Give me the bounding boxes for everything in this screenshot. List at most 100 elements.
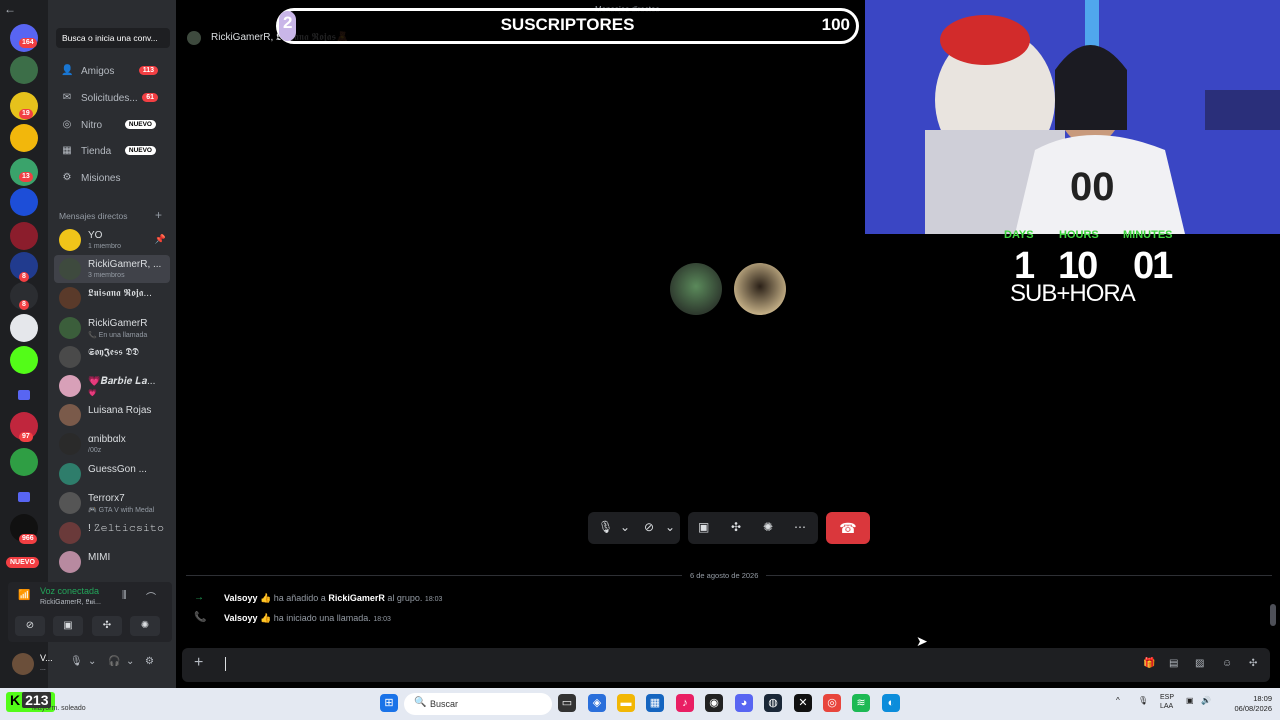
steam-icon[interactable]: ◍ xyxy=(764,694,782,712)
avatar[interactable] xyxy=(12,653,34,675)
activities-icon[interactable]: ✣ xyxy=(731,520,741,534)
server-icon[interactable] xyxy=(10,314,38,342)
dm-item-active[interactable]: RickiGamerR, ... 3 miembros xyxy=(54,255,170,283)
copilot-icon[interactable]: ◈ xyxy=(588,694,606,712)
spotify-icon[interactable]: ≋ xyxy=(852,694,870,712)
more-options-icon[interactable]: ⋯ xyxy=(794,520,806,534)
chevron-down-icon[interactable]: ⌄ xyxy=(126,656,134,667)
soundboard-icon[interactable]: ✺ xyxy=(763,520,773,534)
windows-start-icon[interactable]: ⊞ xyxy=(380,694,398,712)
soundboard-button[interactable]: ✺ xyxy=(130,616,160,636)
message-composer[interactable]: + 🎁 ▤ ▨ ☺ ✣ xyxy=(182,648,1270,682)
nav-shop[interactable]: ▦ Tienda NUEVO xyxy=(56,141,170,163)
edge-icon[interactable]: ◐ xyxy=(882,694,900,712)
server-icon[interactable] xyxy=(10,222,38,250)
dm-item[interactable]: RickiGamerR 📞 En una llamada xyxy=(54,314,170,342)
message-author[interactable]: Valsoyy 👍 xyxy=(224,593,271,603)
signal-icon: 📶 xyxy=(18,590,31,601)
dm-item[interactable]: 💗𝑩𝒂𝒓𝒃𝒊𝒆 𝑳𝒂... 💗 xyxy=(54,372,170,400)
new-dm-plus-icon[interactable]: + xyxy=(155,208,162,222)
screen-share-button[interactable]: ▣ xyxy=(53,616,83,636)
camera-off-icon[interactable]: ⊘ xyxy=(644,520,654,534)
avatar xyxy=(59,551,81,573)
dm-item[interactable]: Luisana Rojas xyxy=(54,401,170,429)
task-view-icon[interactable]: ▭ xyxy=(558,694,576,712)
server-icon[interactable] xyxy=(10,56,38,84)
chevron-down-icon[interactable]: ⌄ xyxy=(88,656,96,667)
obs-icon[interactable]: ◉ xyxy=(705,694,723,712)
camera-off-button[interactable]: ⊘ xyxy=(15,616,45,636)
tray-mic-icon[interactable]: 🎙 xyxy=(1138,696,1148,705)
new-pill[interactable]: NUEVO xyxy=(6,557,39,568)
kick-server-icon[interactable] xyxy=(10,346,38,374)
dm-name: RickiGamerR, ... xyxy=(88,259,162,270)
mic-icon[interactable]: 🎙 xyxy=(598,520,613,534)
dm-item[interactable]: Terrorx7 🎮 GTA V with Medal xyxy=(54,489,170,517)
arrow-right-icon: → xyxy=(194,592,204,603)
dm-item[interactable]: αnibbαlx /00z xyxy=(54,430,170,458)
dm-name: 𝕾𝖔𝖞𝕵𝖊𝖘𝖘 𝕯𝕯 xyxy=(88,347,139,358)
dm-item[interactable]: MIMI xyxy=(54,548,170,576)
weather-text[interactable]: Mayorm. soleado xyxy=(32,705,86,712)
disconnect-icon[interactable]: ⌒ xyxy=(146,589,156,604)
server-icon[interactable] xyxy=(10,188,38,216)
voice-status[interactable]: Voz conectada xyxy=(40,586,99,596)
new-tag: NUEVO xyxy=(124,146,156,155)
volume-icon[interactable]: 🔊 xyxy=(1201,696,1211,705)
dm-item[interactable]: YO 1 miembro 📌 xyxy=(54,226,170,254)
dm-item[interactable]: 𝕾𝖔𝖞𝕵𝖊𝖘𝖘 𝕯𝕯 xyxy=(54,343,170,371)
participant-avatar[interactable] xyxy=(670,263,722,315)
tray-chevron-icon[interactable]: ^ xyxy=(1116,696,1120,705)
nav-friends[interactable]: 👤 Amigos 113 xyxy=(56,61,170,83)
participant-avatar[interactable] xyxy=(734,263,786,315)
headphones-icon[interactable]: 🎧 xyxy=(108,656,120,667)
dm-sub: /00z xyxy=(88,447,102,454)
nav-label: Amigos xyxy=(81,66,115,77)
scrollbar[interactable] xyxy=(1270,604,1276,626)
back-arrow-icon[interactable]: ← xyxy=(4,2,16,16)
folder-icon[interactable] xyxy=(18,390,30,400)
end-call-button[interactable]: ☎ xyxy=(826,512,870,544)
attach-plus-icon[interactable]: + xyxy=(194,654,203,672)
nav-quests[interactable]: ⚙ Misiones xyxy=(56,168,170,190)
settings-gear-icon[interactable]: ⚙ xyxy=(145,656,154,667)
nav-requests[interactable]: ✉ Solicitudes... 61 xyxy=(56,88,170,110)
search-icon: 🔍 xyxy=(414,697,427,708)
taskbar-clock[interactable]: 18:09 06/08/2026 xyxy=(1220,694,1272,714)
chevron-down-icon[interactable]: ⌄ xyxy=(665,520,675,534)
dm-name: 💗𝑩𝒂𝒓𝒃𝒊𝒆 𝑳𝒂... xyxy=(88,376,156,387)
language-indicator[interactable]: ESP LAA xyxy=(1160,693,1174,711)
server-badge: 164 xyxy=(19,38,37,48)
capcut-icon[interactable]: ✕ xyxy=(794,694,812,712)
folder-icon[interactable] xyxy=(18,492,30,502)
dm-item[interactable]: ! 𝚉𝚎𝚕𝚝𝚒𝚌𝚜𝚒𝚝𝚘 xyxy=(54,519,170,547)
gif-icon[interactable]: ▤ xyxy=(1169,658,1178,669)
clock-time: 18:09 xyxy=(1253,694,1272,703)
network-icon[interactable]: ▣ xyxy=(1186,696,1194,705)
tiktok-icon[interactable]: ♪ xyxy=(676,694,694,712)
discord-icon[interactable]: ◕ xyxy=(735,694,753,712)
activities-button[interactable]: ✣ xyxy=(92,616,122,636)
dm-name: 𝕷𝖚𝖎𝖘𝖆𝖓𝖆 𝕽𝖔𝖏𝖆... xyxy=(88,288,152,299)
chrome-icon[interactable]: ◎ xyxy=(823,694,841,712)
dm-item[interactable]: GuessGon ... xyxy=(54,460,170,488)
file-explorer-icon[interactable]: ▬ xyxy=(617,694,635,712)
mic-icon[interactable]: 🎙 xyxy=(70,656,83,667)
chevron-down-icon[interactable]: ⌄ xyxy=(620,520,630,534)
sticker-icon[interactable]: ▨ xyxy=(1195,658,1204,669)
voice-channel-sub: RickiGamerR, 𝕷𝖚𝖎... xyxy=(40,599,101,606)
search-conversation-button[interactable]: Busca o inicia una conv... xyxy=(56,28,170,48)
store-icon[interactable]: ▦ xyxy=(646,694,664,712)
gift-icon[interactable]: 🎁 xyxy=(1143,658,1155,669)
screen-share-icon[interactable]: ▣ xyxy=(698,520,709,534)
emoji-icon[interactable]: ☺ xyxy=(1222,658,1232,669)
server-icon[interactable] xyxy=(10,448,38,476)
taskbar-search[interactable]: 🔍 Buscar xyxy=(404,693,552,715)
message-target[interactable]: RickiGamerR xyxy=(328,593,385,603)
nav-nitro[interactable]: ◎ Nitro NUEVO xyxy=(56,115,170,137)
apps-icon[interactable]: ✣ xyxy=(1249,658,1257,669)
noise-suppression-icon[interactable]: ⫼ xyxy=(122,590,127,601)
server-icon[interactable] xyxy=(10,124,38,152)
dm-item[interactable]: 𝕷𝖚𝖎𝖘𝖆𝖓𝖆 𝕽𝖔𝖏𝖆... xyxy=(54,284,170,312)
message-author[interactable]: Valsoyy 👍 xyxy=(224,613,271,623)
